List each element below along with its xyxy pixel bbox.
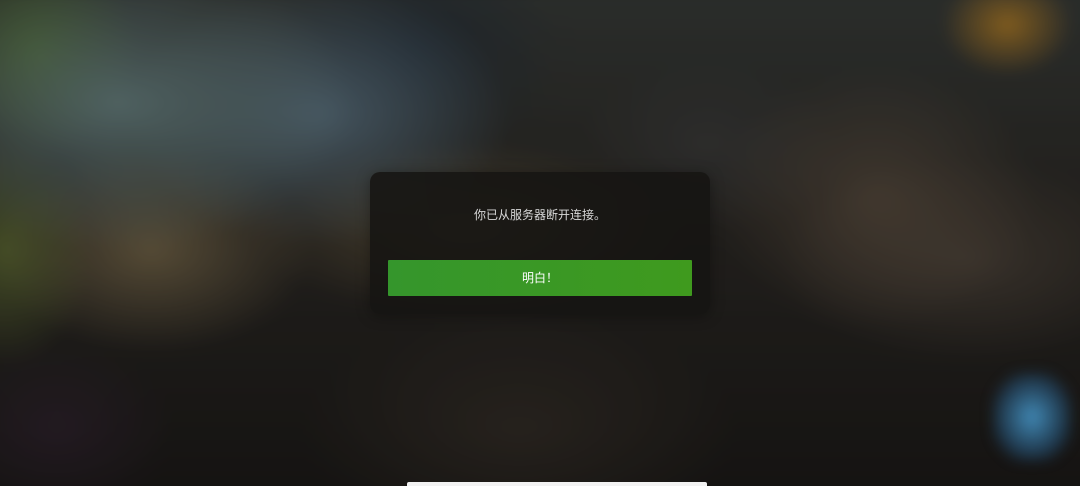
- blurred-corner-element: [992, 372, 1072, 462]
- dialog-message: 你已从服务器断开连接。: [473, 208, 606, 222]
- confirm-button[interactable]: 明白！: [388, 260, 692, 296]
- bottom-edge-bar: [407, 482, 707, 486]
- screen: 你已从服务器断开连接。 明白！: [0, 0, 1080, 486]
- disconnected-dialog: 你已从服务器断开连接。 明白！: [370, 172, 710, 314]
